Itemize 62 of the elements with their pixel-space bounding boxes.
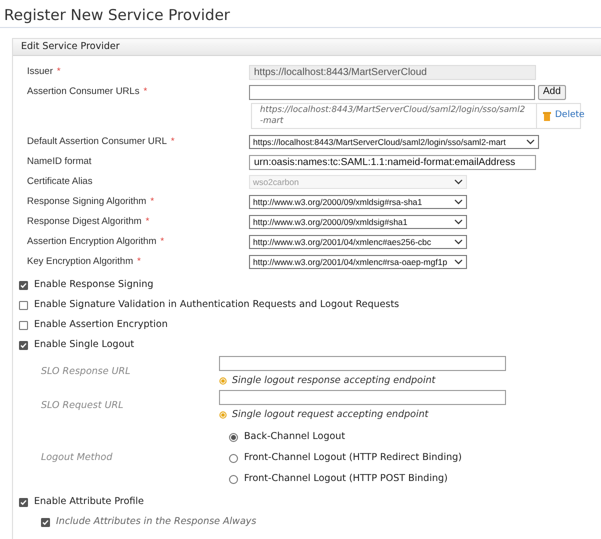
checkbox-label: Enable Single Logout bbox=[34, 338, 134, 352]
delete-button[interactable]: Delete bbox=[537, 104, 591, 128]
checkbox-label: Enable Response Signing bbox=[34, 278, 154, 292]
url-input[interactable] bbox=[249, 84, 535, 100]
checkbox[interactable] bbox=[19, 498, 28, 506]
checkbox[interactable] bbox=[19, 320, 28, 330]
field-label: Default Assertion Consumer URL bbox=[27, 134, 167, 149]
page-title: Register New Service Provider bbox=[4, 6, 231, 24]
radio-button[interactable] bbox=[229, 433, 238, 442]
checkbox[interactable] bbox=[19, 300, 28, 310]
field-label: SLO Request URL bbox=[40, 398, 124, 413]
select-field[interactable]: https://localhost:8443/MartServerCloud/saml2/login/sso/saml2-mart bbox=[249, 135, 539, 149]
hint-text: Single logout response accepting endpoint bbox=[232, 374, 436, 388]
required-marker: * bbox=[146, 214, 150, 229]
help-icon bbox=[219, 411, 227, 419]
text-field[interactable]: urn:oasis:names:tc:SAML:1.1:nameid-format:emailAddress bbox=[249, 154, 536, 170]
select-field[interactable]: http://www.w3.org/2000/09/xmldsig#rsa-sha1 bbox=[249, 195, 467, 209]
select-field[interactable]: http://www.w3.org/2000/09/xmldsig#sha1 bbox=[249, 215, 467, 229]
chevron-down-icon bbox=[454, 219, 463, 225]
checkbox[interactable] bbox=[41, 518, 50, 526]
radio-button[interactable] bbox=[229, 454, 238, 463]
chevron-down-icon bbox=[454, 199, 463, 205]
chevron-down-icon bbox=[454, 179, 463, 185]
checkbox[interactable] bbox=[19, 340, 28, 350]
checkbox-label: Enable Signature Validation in Authentication Requests and Logout Requests bbox=[34, 298, 400, 312]
required-marker: * bbox=[150, 194, 154, 209]
field-label: Assertion Encryption Algorithm bbox=[27, 234, 156, 249]
field-label: Response Digest Algorithm bbox=[27, 214, 142, 229]
required-marker: * bbox=[143, 84, 148, 99]
checkbox-label: Enable Attribute Profile bbox=[34, 494, 144, 509]
panel-header: Edit Service Provider bbox=[13, 39, 601, 56]
url-entry: https://localhost:8443/MartServerCloud/saml2/login/sso/saml2-mart bbox=[260, 105, 526, 127]
field-label: Key Encryption Algorithm bbox=[27, 254, 134, 269]
hint-text: Single logout request accepting endpoint bbox=[232, 408, 428, 422]
checkbox-label: Enable Assertion Encryption bbox=[34, 318, 168, 332]
field-label: NameID format bbox=[27, 154, 92, 169]
required-marker: * bbox=[56, 64, 61, 79]
required-marker: * bbox=[170, 134, 175, 149]
help-icon bbox=[219, 377, 227, 385]
url-input[interactable] bbox=[219, 390, 506, 405]
checkbox[interactable] bbox=[19, 280, 28, 290]
checkbox-label: Include Attributes in the Response Always bbox=[56, 514, 256, 529]
chevron-down-icon bbox=[454, 259, 463, 265]
select-field[interactable]: http://www.w3.org/2001/04/xmlenc#aes256-cbc bbox=[249, 235, 467, 249]
radio-button[interactable] bbox=[229, 475, 238, 484]
trash-icon bbox=[543, 111, 551, 121]
add-button[interactable]: Add bbox=[538, 84, 566, 100]
radio-label: Front-Channel Logout (HTTP POST Binding) bbox=[244, 472, 448, 486]
field-label: Issuer bbox=[27, 64, 53, 79]
radio-label: Front-Channel Logout (HTTP Redirect Binding) bbox=[244, 451, 462, 466]
field-label: Response Signing Algorithm bbox=[27, 194, 146, 209]
select-field[interactable]: http://www.w3.org/2001/04/xmlenc#rsa-oaep-mgf1p bbox=[249, 255, 467, 269]
required-marker: * bbox=[137, 254, 141, 269]
chevron-down-icon bbox=[454, 239, 463, 245]
field-label: Logout Method bbox=[40, 451, 114, 466]
field-label: Assertion Consumer URLs bbox=[27, 84, 140, 99]
chevron-down-icon bbox=[526, 139, 535, 145]
radio-label: Back-Channel Logout bbox=[244, 430, 346, 444]
field-label: Certificate Alias bbox=[27, 174, 92, 189]
field-label: SLO Response URL bbox=[40, 364, 132, 379]
required-marker: * bbox=[160, 234, 164, 249]
url-input[interactable] bbox=[219, 356, 506, 371]
